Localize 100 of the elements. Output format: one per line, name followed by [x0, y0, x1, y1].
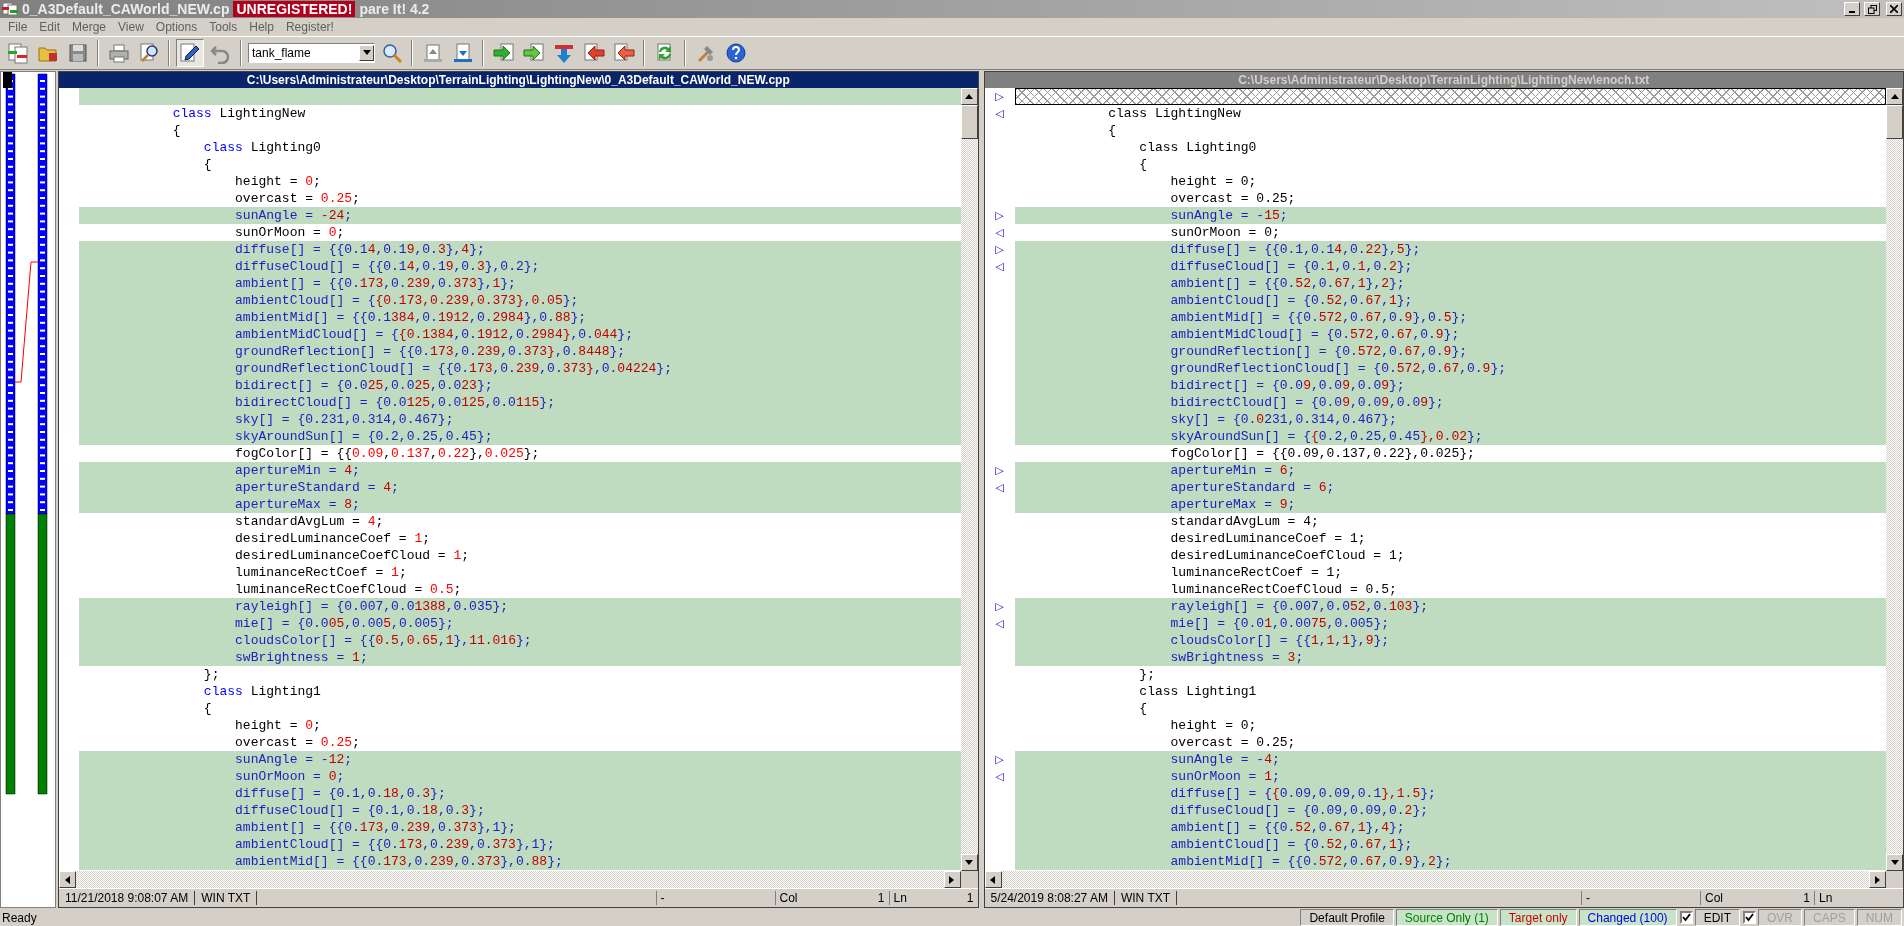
column-value: 1: [877, 891, 885, 905]
edit-toggle-button[interactable]: [176, 39, 204, 67]
code-line: desiredLuminanceCoef = 1;: [235, 531, 431, 546]
copy-left-icon[interactable]: [582, 42, 605, 64]
scroll-up-button[interactable]: [1886, 88, 1903, 105]
code-line: class LightingNew: [172, 106, 306, 121]
caret-left-icon: [989, 875, 997, 884]
minimize-button[interactable]: [1844, 2, 1860, 16]
minimize-icon: [1849, 11, 1855, 13]
help-icon[interactable]: [724, 42, 747, 64]
print-preview-icon[interactable]: [137, 42, 160, 64]
code-line: {: [1139, 701, 1148, 716]
difference-marker: ▷: [995, 244, 1004, 255]
scrollbar-thumb[interactable]: [1886, 105, 1903, 139]
search-combo-box[interactable]: tank_flame: [248, 43, 375, 63]
difference-marker: ◁: [995, 618, 1004, 629]
code-line: luminanceRectCoefCloud = 0.5;: [1170, 582, 1397, 597]
code-line: luminanceRectCoef = 1;: [235, 565, 407, 580]
vertical-scrollbar[interactable]: [1886, 88, 1903, 871]
code-line: height = 0;: [1170, 718, 1257, 733]
scroll-down-button[interactable]: [1886, 854, 1903, 871]
copy-all-right-icon[interactable]: [522, 42, 545, 64]
file-date: 11/21/2018 9:08:07 AM: [59, 891, 196, 905]
save-icon[interactable]: [66, 42, 89, 64]
menu-item[interactable]: Merge: [66, 20, 113, 34]
code-line: cloudsColor[] = {{1,1,1},9};: [1170, 633, 1390, 648]
code-line: diffuse[] = {{0.1,0.14,0.22},5};: [1170, 242, 1421, 257]
menu-item[interactable]: Options: [149, 20, 204, 34]
scroll-left-button[interactable]: [59, 871, 76, 888]
scroll-left-button[interactable]: [984, 871, 1002, 888]
code-line: groundReflectionCloud[] = {0.572,0.67,0.9};: [1170, 361, 1507, 376]
copy-right-icon[interactable]: [492, 42, 515, 64]
code-line: sunAngle = -4;: [1170, 752, 1280, 767]
code-line: sunOrMoon = 0;: [235, 769, 345, 784]
unregistered-badge: UNREGISTERED!: [233, 1, 356, 17]
status-panel: Source Only (1): [1395, 909, 1498, 926]
code-line: class Lighting0: [203, 140, 321, 155]
difference-marker: ▷: [995, 465, 1004, 476]
code-line: sky[] = {0.0231,0.314,0.467};: [1170, 412, 1397, 427]
close-button[interactable]: [1886, 2, 1902, 16]
last-difference-icon[interactable]: [451, 42, 474, 64]
position-indicator: -: [660, 891, 665, 905]
code-line: diffuseCloud[] = {{0.14,0.19,0.3},0.2};: [235, 259, 540, 274]
code-line: height = 0;: [235, 718, 321, 733]
check-icon: [1681, 913, 1691, 922]
code-line: swBrightness = 1;: [235, 650, 368, 665]
difference-marker: ◁: [995, 261, 1004, 272]
code-line: apertureMax = 8;: [235, 497, 360, 512]
difference-marker: ◁: [995, 108, 1004, 119]
code-line: overcast = 0.25;: [1170, 191, 1296, 206]
code-line: sunAngle = -24;: [235, 208, 353, 223]
menu-item[interactable]: Tools: [203, 20, 244, 34]
menu-item[interactable]: Edit: [33, 20, 67, 34]
menu-item[interactable]: Register!: [279, 20, 340, 34]
code-line: fogColor[] = {{0.09,0.137,0.22},0.025};: [1170, 446, 1475, 461]
vertical-scrollbar[interactable]: [960, 88, 978, 871]
code-line: luminanceRectCoef = 1;: [1170, 565, 1343, 580]
code-line: bidirectCloud[] = {0.09,0.09,0.09};: [1170, 395, 1444, 410]
menu-item[interactable]: Help: [243, 20, 280, 34]
code-line: diffuseCloud[] = {0.1,0.1,0.2};: [1170, 259, 1413, 274]
code-line: overcast = 0.25;: [1170, 735, 1296, 750]
difference-marker: ▷: [995, 210, 1004, 221]
code-line: rayleigh[] = {0.007,0.052,0.103};: [1170, 599, 1428, 614]
caret-right-icon: [948, 875, 956, 884]
copy-all-left-icon[interactable]: [612, 42, 635, 64]
horizontal-scrollbar[interactable]: [984, 871, 1903, 888]
search-icon[interactable]: [380, 42, 403, 64]
code-line: sunOrMoon = 0;: [1170, 225, 1280, 240]
code-line: standardAvgLum = 4;: [1170, 514, 1319, 529]
menu-item[interactable]: View: [112, 20, 150, 34]
code-line: diffuse[] = {0.1,0.18,0.3};: [235, 786, 446, 801]
code-line: groundReflection[] = {{0.173,0.239,0.373},0.8448};: [235, 344, 626, 359]
code-line: groundReflection[] = {0.572,0.67,0.9};: [1170, 344, 1467, 359]
menu-item[interactable]: File: [2, 20, 34, 34]
code-line: };: [203, 667, 220, 682]
checkbox[interactable]: [1742, 911, 1756, 924]
first-difference-icon[interactable]: [421, 42, 444, 64]
column-label: Col: [1705, 891, 1723, 905]
scroll-right-button[interactable]: [943, 871, 961, 888]
restore-button[interactable]: [1864, 2, 1880, 16]
close-icon: [1890, 5, 1898, 13]
compare-icon[interactable]: [6, 42, 29, 64]
scrollbar-thumb[interactable]: [960, 105, 978, 139]
code-line: ambientMid[] = {{0.572,0.67,0.9},0.5};: [1170, 310, 1468, 325]
code-line: apertureMin = 4;: [235, 463, 360, 478]
code-line: class Lighting1: [1139, 684, 1257, 699]
code-line: sky[] = {0.231,0.314,0.467};: [235, 412, 454, 427]
horizontal-scrollbar[interactable]: [59, 871, 978, 888]
print-icon[interactable]: [107, 42, 130, 64]
merge-down-icon[interactable]: [552, 42, 575, 64]
code-line: sunOrMoon = 0;: [235, 225, 345, 240]
code-line: apertureMax = 9;: [1170, 497, 1296, 512]
code-line: ambientMidCloud[] = {{0.1384,0.1912,0.2984},0.044};: [235, 327, 633, 342]
code-line: class Lighting1: [203, 684, 321, 699]
checkbox[interactable]: [1679, 911, 1693, 924]
code-line: sunAngle = -15;: [1170, 208, 1288, 223]
scroll-right-button[interactable]: [1869, 871, 1886, 888]
caret-up-icon: [1890, 92, 1899, 101]
code-line: ambientMid[] = {{0.572,0.67,0.9},2};: [1170, 854, 1452, 869]
code-line: ambientMid[] = {{0.173,0.239,0.373},0.88};: [235, 854, 563, 869]
